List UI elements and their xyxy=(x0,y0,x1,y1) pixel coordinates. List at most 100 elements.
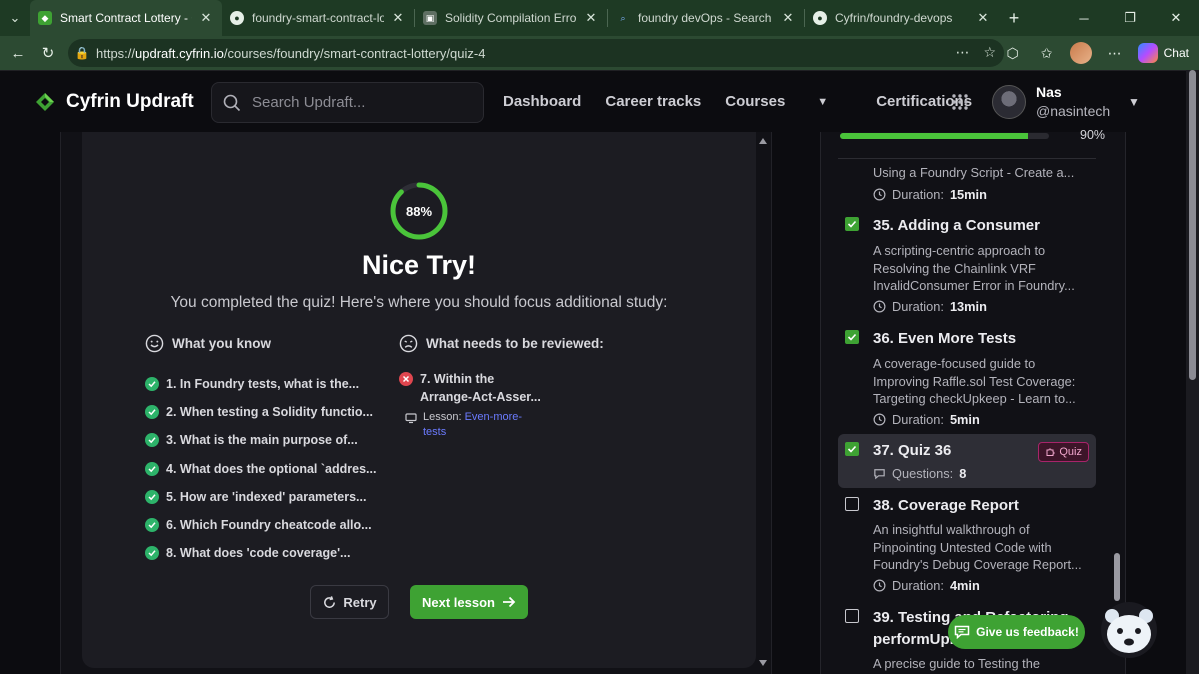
browser-tab-foundry-devops[interactable]: ● Cyfrin/foundry-devops ✕ xyxy=(805,0,999,36)
lesson-description: A coverage-focused guide to Improving Raf… xyxy=(873,355,1093,408)
lesson-duration: Duration: 15min xyxy=(873,187,987,202)
url-prefix: https:// xyxy=(96,45,136,61)
new-tab-button[interactable]: + xyxy=(999,8,1029,29)
duration-label: Duration: xyxy=(892,299,944,314)
github-icon: ● xyxy=(230,11,244,25)
user-profile[interactable]: Nas @nasintech xyxy=(992,84,1110,119)
scroll-down-icon[interactable] xyxy=(759,660,767,666)
lesson-description: A precise guide to Testing the xyxy=(873,656,1040,671)
close-window-icon[interactable]: ✕ xyxy=(1153,0,1199,36)
cyfrin-logo[interactable]: Cyfrin Updraft xyxy=(32,89,194,115)
nav-dashboard[interactable]: Dashboard xyxy=(503,93,581,110)
next-lesson-button[interactable]: Next lesson xyxy=(410,585,528,619)
browser-tab-quiz[interactable]: ◆ Smart Contract Lottery - Quiz 3 ✕ xyxy=(30,0,222,36)
review-heading-label: What needs to be reviewed: xyxy=(426,336,604,351)
list-item: 1. In Foundry tests, what is the... xyxy=(145,370,376,398)
apps-grid-icon[interactable] xyxy=(951,93,969,111)
favorites-icon[interactable]: ✩ xyxy=(1030,36,1064,70)
lock-icon[interactable]: 🔒 xyxy=(68,46,96,60)
quiz-badge: Quiz xyxy=(1038,442,1089,462)
url-field[interactable]: 🔒 https://updraft.cyfrin.io/courses/foun… xyxy=(68,39,1004,67)
nav-courses-label: Courses xyxy=(725,93,786,110)
browser-menu-icon[interactable]: ⋯ xyxy=(1098,36,1132,70)
completed-checkbox[interactable] xyxy=(845,330,859,344)
close-tab-icon[interactable]: ✕ xyxy=(390,10,406,26)
sidebar-item-quiz-36[interactable]: 37. Quiz 36 Quiz Questions: 8 xyxy=(838,434,1096,488)
duration-value: 4min xyxy=(949,578,980,593)
review-line-1: 7. Within the xyxy=(420,372,495,386)
sidebar-item-lesson-38[interactable]: 38. Coverage Report An insightful walkth… xyxy=(838,492,1096,600)
close-tab-icon[interactable]: ✕ xyxy=(975,10,991,26)
tab-actions-menu[interactable]: ⌄ xyxy=(0,0,30,36)
close-tab-icon[interactable]: ✕ xyxy=(198,10,214,26)
lesson-duration: Duration: 5min xyxy=(873,412,980,427)
scroll-up-icon[interactable] xyxy=(759,138,767,144)
bear-mascot-icon[interactable] xyxy=(1100,600,1158,660)
duration-label: Duration: xyxy=(892,578,944,593)
duration-label: Duration: xyxy=(892,412,944,427)
lesson-title: 38. Coverage Report xyxy=(873,497,1019,514)
incomplete-checkbox[interactable] xyxy=(845,497,859,511)
incomplete-checkbox[interactable] xyxy=(845,609,859,623)
check-circle-icon xyxy=(145,433,159,448)
chat-label: Chat xyxy=(1163,46,1189,60)
back-arrow-icon[interactable]: ← xyxy=(3,38,33,68)
completed-checkbox[interactable] xyxy=(845,442,859,456)
sidebar-item-lesson-35[interactable]: 35. Adding a Consumer A scripting-centri… xyxy=(838,212,1096,322)
duration-value: 5min xyxy=(949,412,980,427)
minimize-icon[interactable]: ─ xyxy=(1061,0,1107,36)
maximize-icon[interactable]: ❐ xyxy=(1107,0,1153,36)
tab-title: Smart Contract Lottery - Quiz 3 xyxy=(60,11,192,25)
nav-courses[interactable]: Courses ▼ xyxy=(725,93,852,110)
page-scrollbar-thumb[interactable] xyxy=(1189,70,1196,380)
check-circle-icon xyxy=(145,461,159,476)
check-circle-icon xyxy=(145,489,159,504)
refresh-icon[interactable]: ↻ xyxy=(33,38,63,68)
tab-title: foundry devOps - Search xyxy=(638,11,772,25)
page-icon: ▣ xyxy=(423,11,437,25)
sidebar-item-lesson-34[interactable]: Using a Foundry Script - Create a... Dur… xyxy=(838,159,1096,209)
known-questions-list: 1. In Foundry tests, what is the... 2. W… xyxy=(145,370,376,567)
known-item-text: 6. Which Foundry cheatcode allo... xyxy=(166,518,372,533)
profile-chevron-down-icon[interactable]: ▼ xyxy=(1128,95,1140,109)
known-item-text: 8. What does 'code coverage'... xyxy=(166,546,351,561)
feedback-label: Give us feedback! xyxy=(976,625,1079,639)
desc-line: InvalidConsumer Error in Foundry... xyxy=(873,278,1075,294)
nav-career-tracks[interactable]: Career tracks xyxy=(605,93,701,110)
extensions-icon[interactable]: ⬡ xyxy=(996,36,1030,70)
search-icon xyxy=(212,94,252,112)
result-subline: You completed the quiz! Here's where you… xyxy=(170,294,668,311)
list-item: 6. Which Foundry cheatcode allo... xyxy=(145,511,376,539)
tab-title: Solidity Compilation Errors xyxy=(445,11,577,25)
retry-label: Retry xyxy=(343,594,377,610)
browser-tab-solidity-errors[interactable]: ▣ Solidity Compilation Errors ✕ xyxy=(415,0,607,36)
browser-tab-github-lottery[interactable]: ● foundry-smart-contract-lottery ✕ xyxy=(222,0,414,36)
monitor-icon xyxy=(405,413,417,424)
feedback-chat-icon xyxy=(954,625,970,639)
favorite-star-icon[interactable]: ☆ xyxy=(983,44,996,61)
known-item-text: 1. In Foundry tests, what is the... xyxy=(166,377,360,392)
copilot-chat-button[interactable]: Chat xyxy=(1132,43,1199,63)
tab-title: foundry-smart-contract-lottery xyxy=(252,11,384,25)
address-bar: ← ↻ 🔒 https://updraft.cyfrin.io/courses/… xyxy=(0,36,1199,70)
score-ring: 88% xyxy=(389,181,449,241)
sidebar-scrollbar[interactable] xyxy=(1114,553,1120,601)
close-tab-icon[interactable]: ✕ xyxy=(780,10,796,26)
search-input[interactable] xyxy=(252,94,472,111)
close-tab-icon[interactable]: ✕ xyxy=(583,10,599,26)
check-circle-icon xyxy=(145,377,159,392)
list-item: 4. What does the optional `addres... xyxy=(145,455,376,483)
retry-button[interactable]: Retry xyxy=(310,585,389,619)
browser-tab-search[interactable]: ⌕ foundry devOps - Search ✕ xyxy=(608,0,804,36)
desc-line: Improving Raffle.sol Test Coverage: xyxy=(873,373,1076,389)
feedback-button[interactable]: Give us feedback! xyxy=(948,615,1085,649)
retry-icon xyxy=(324,595,336,608)
result-headline: Nice Try! xyxy=(361,250,477,280)
page-scrollbar[interactable] xyxy=(1186,70,1199,674)
search-box[interactable] xyxy=(211,82,484,123)
sidebar-item-lesson-36[interactable]: 36. Even More Tests A coverage-focused g… xyxy=(838,325,1096,432)
profile-avatar[interactable] xyxy=(1064,36,1098,70)
more-page-options-icon[interactable]: ⋯ xyxy=(955,44,969,61)
main-scrollbar[interactable] xyxy=(757,136,769,668)
completed-checkbox[interactable] xyxy=(845,217,859,231)
